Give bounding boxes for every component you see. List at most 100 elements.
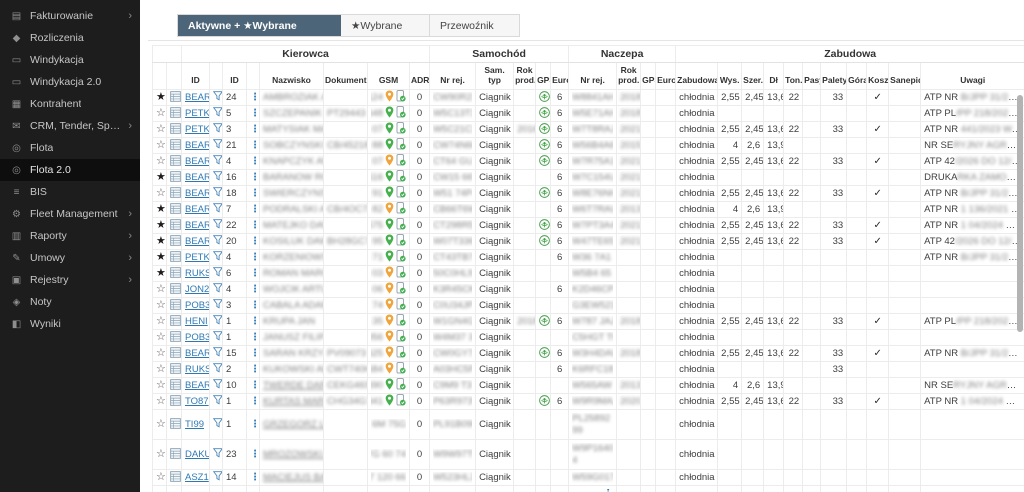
column-header-gsm[interactable]: GSM: [367, 62, 410, 90]
sidebar-item-windykacja-2[interactable]: ▭ Windykacja 2.0: [0, 71, 140, 93]
sidebar-item-noty[interactable]: ◈ Noty: [0, 291, 140, 313]
details-icon[interactable]: [170, 298, 181, 313]
details-icon[interactable]: [170, 266, 181, 281]
driver-menu-icon[interactable]: ⋮: [250, 108, 259, 119]
driver-id-link[interactable]: POB3: [185, 300, 209, 311]
vertical-scrollbar[interactable]: [1017, 95, 1023, 332]
driver-id-link[interactable]: PETK: [185, 252, 209, 263]
column-header-euro[interactable]: Euro: [655, 62, 677, 90]
sidebar-item-raporty[interactable]: ▥ Raporty ›: [0, 225, 140, 247]
filter-icon[interactable]: [212, 283, 222, 296]
favorite-star-icon[interactable]: ★: [156, 267, 166, 279]
driver-menu-icon[interactable]: ⋮: [250, 220, 259, 231]
column-header-zabudowa[interactable]: Zabudowa: [675, 62, 719, 90]
filter-icon[interactable]: [212, 91, 222, 104]
driver-id-link[interactable]: BEAR: [185, 172, 209, 183]
sidebar-item-kontrahent[interactable]: ▦ Kontrahent: [0, 93, 140, 115]
favorite-star-icon[interactable]: ★: [156, 171, 166, 183]
column-header-nr-rej-[interactable]: Nr rej.: [568, 62, 618, 90]
sidebar-item-fleet-management[interactable]: ⚙ Fleet Management ›: [0, 203, 140, 225]
details-icon[interactable]: [170, 234, 181, 249]
favorite-star-icon[interactable]: ☆: [156, 315, 166, 327]
details-icon[interactable]: [170, 282, 181, 297]
tab-przewoznik[interactable]: Przewoźnik: [430, 15, 519, 36]
driver-id-link[interactable]: PETK: [185, 108, 209, 119]
favorite-star-icon[interactable]: ☆: [156, 379, 166, 391]
column-header-pasy[interactable]: Pasy: [802, 62, 822, 90]
driver-menu-icon[interactable]: ⋮: [250, 204, 259, 215]
column-header-rok-prod-[interactable]: Rok prod.: [616, 62, 642, 90]
column-header-adr[interactable]: ADR: [408, 62, 431, 90]
driver-id-link[interactable]: RUKS: [185, 268, 209, 279]
filter-icon[interactable]: [212, 315, 222, 328]
sidebar-item-umowy[interactable]: ✎ Umowy ›: [0, 247, 140, 269]
driver-menu-icon[interactable]: ⋮: [250, 396, 259, 407]
trailer-menu-icon[interactable]: ⋮: [610, 419, 613, 430]
column-header-sam-typ[interactable]: Sam. typ: [475, 62, 515, 90]
driver-id-link[interactable]: DAKU: [185, 449, 209, 460]
driver-id-link[interactable]: BEAR: [185, 220, 209, 231]
details-icon[interactable]: [170, 138, 181, 153]
driver-id-link[interactable]: ASZ1: [185, 472, 209, 483]
driver-menu-icon[interactable]: ⋮: [250, 252, 259, 263]
favorite-star-icon[interactable]: ☆: [156, 187, 166, 199]
trailer-menu-icon[interactable]: ⋮: [611, 252, 613, 263]
filter-icon[interactable]: [212, 418, 222, 431]
favorite-star-icon[interactable]: ☆: [156, 347, 166, 359]
driver-menu-icon[interactable]: ⋮: [250, 188, 259, 199]
favorite-star-icon[interactable]: ★: [156, 91, 166, 103]
details-icon[interactable]: [170, 470, 181, 485]
driver-menu-icon[interactable]: ⋮: [250, 140, 259, 151]
favorite-star-icon[interactable]: ☆: [156, 155, 166, 167]
driver-id-link[interactable]: BEAR: [185, 204, 209, 215]
details-icon[interactable]: [170, 90, 181, 105]
details-icon[interactable]: [170, 378, 181, 393]
filter-icon[interactable]: [212, 155, 222, 168]
favorite-star-icon[interactable]: ☆: [156, 299, 166, 311]
driver-menu-icon[interactable]: ⋮: [250, 92, 259, 103]
column-header-id[interactable]: ID: [222, 62, 247, 90]
driver-menu-icon[interactable]: ⋮: [250, 380, 259, 391]
column-header-nr-rej-[interactable]: Nr rej.: [429, 62, 477, 90]
filter-icon[interactable]: [212, 219, 222, 232]
favorite-star-icon[interactable]: ☆: [156, 139, 166, 151]
details-icon[interactable]: [170, 202, 181, 217]
driver-menu-icon[interactable]: ⋮: [250, 472, 259, 483]
favorite-star-icon[interactable]: ☆: [156, 283, 166, 295]
driver-menu-icon[interactable]: ⋮: [250, 284, 259, 295]
filter-icon[interactable]: [212, 448, 222, 461]
favorite-star-icon[interactable]: ★: [156, 251, 166, 263]
driver-menu-icon[interactable]: ⋮: [250, 348, 259, 359]
filter-icon[interactable]: [212, 395, 222, 408]
filter-icon[interactable]: [212, 299, 222, 312]
driver-id-link[interactable]: BEAR: [185, 348, 209, 359]
column-header-nazwisko[interactable]: Nazwisko: [259, 62, 324, 90]
column-header-dokument[interactable]: Dokument: [323, 62, 368, 90]
column-header-gps[interactable]: GPS: [640, 62, 657, 90]
driver-menu-icon[interactable]: ⋮: [250, 268, 259, 279]
favorite-star-icon[interactable]: ☆: [156, 418, 166, 430]
tab-wybrane[interactable]: ★Wybrane: [341, 15, 430, 36]
details-icon[interactable]: [170, 170, 181, 185]
tab-aktywne-wybrane[interactable]: Aktywne + ★Wybrane: [178, 15, 341, 36]
driver-id-link[interactable]: BEAR: [185, 92, 209, 103]
sidebar-item-windykacja[interactable]: ▭ Windykacja: [0, 49, 140, 71]
sidebar-item-flota-2[interactable]: ◎ Flota 2.0: [0, 159, 140, 181]
driver-id-link[interactable]: BEAR: [185, 156, 209, 167]
driver-id-link[interactable]: BEAR: [185, 140, 209, 151]
details-icon[interactable]: [170, 154, 181, 169]
sidebar-item-wyniki[interactable]: ◧ Wyniki: [0, 313, 140, 335]
sidebar-item-rejestry[interactable]: ▣ Rejestry ›: [0, 269, 140, 291]
filter-icon[interactable]: [212, 107, 222, 120]
column-header-gps[interactable]: GPS: [535, 62, 552, 90]
driver-id-link[interactable]: POB3: [185, 332, 209, 343]
sidebar-item-rozliczenia[interactable]: ◆ Rozliczenia: [0, 27, 140, 49]
column-header-ton-[interactable]: Ton.: [783, 62, 804, 90]
driver-menu-icon[interactable]: ⋮: [250, 124, 259, 135]
driver-menu-icon[interactable]: ⋮: [250, 300, 259, 311]
favorite-star-icon[interactable]: ☆: [156, 448, 166, 460]
trailer-menu-icon[interactable]: ⋮: [603, 489, 613, 492]
driver-menu-icon[interactable]: ⋮: [250, 316, 259, 327]
column-header-góra[interactable]: Góra: [846, 62, 868, 90]
sidebar-item-fakturowanie[interactable]: ▤ Fakturowanie ›: [0, 5, 140, 27]
